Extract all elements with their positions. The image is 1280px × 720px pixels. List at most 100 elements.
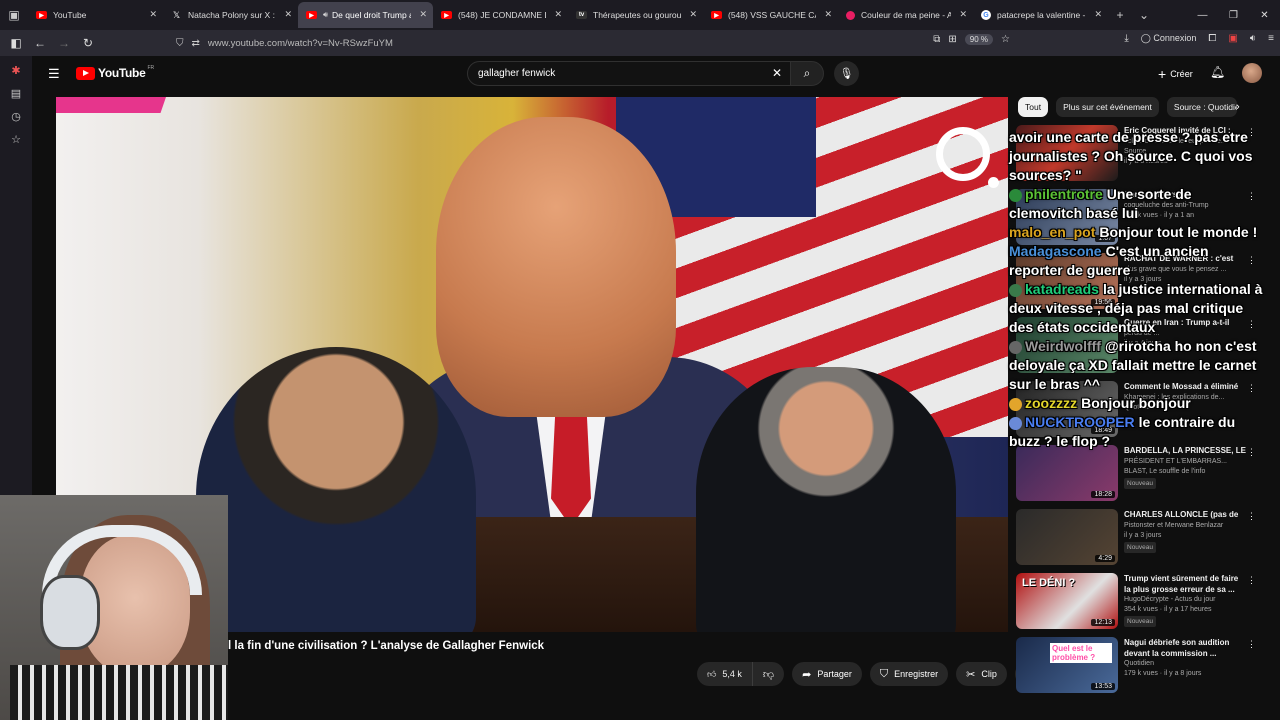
chat-message: katadreads la justice international à deu… <box>1009 281 1263 335</box>
share-button[interactable]: ➦ Partager <box>792 662 862 686</box>
ai-chat-icon[interactable]: ✱ <box>11 64 20 77</box>
close-tab-icon[interactable]: ✕ <box>1094 9 1102 20</box>
browser-tab[interactable]: ▶(548) JE CONDAMNE LES A✕ <box>433 2 568 28</box>
shield-icon[interactable]: ⛉ <box>176 38 184 49</box>
chevron-right-icon[interactable]: › <box>1236 101 1240 113</box>
like-dislike-group: 👍︎ 5,4 k 👎︎ <box>697 662 785 686</box>
chat-username: Weirdwolfff <box>1025 338 1101 354</box>
forward-icon[interactable]: → <box>52 31 76 55</box>
extensions-icon[interactable]: ⧠ <box>1208 33 1216 44</box>
video-actions: 👍︎ 5,4 k 👎︎ ➦ Partager ⛉ Enregistrer ✂ Clip … <box>697 662 1039 686</box>
avatar[interactable] <box>1242 63 1262 83</box>
close-window-icon[interactable]: ✕ <box>1249 0 1280 30</box>
chat-username: zoozzzz <box>1025 395 1078 411</box>
browser-tab[interactable]: tvThérapeutes ou gourous ?✕ <box>568 2 703 28</box>
restore-icon[interactable]: ❐ <box>1218 0 1249 30</box>
bookmark-star-icon[interactable]: ☆ <box>1001 34 1010 45</box>
more-vertical-icon[interactable]: ⋮ <box>1247 511 1256 522</box>
chip-all[interactable]: Tout <box>1018 97 1049 117</box>
chip-event[interactable]: Plus sur cet événement <box>1056 97 1159 117</box>
url-bar[interactable]: ⛉ ⇄ www.youtube.com/watch?v=Nv-RSwzFuYM <box>176 32 1006 54</box>
login-button[interactable]: ◯ Connexion <box>1141 33 1197 44</box>
speaker-icon[interactable]: 🔊︎ <box>323 10 328 20</box>
new-tab-icon[interactable]: + <box>1108 8 1132 22</box>
like-button[interactable]: 👍︎ 5,4 k <box>697 662 753 686</box>
chip-source[interactable]: Source : Quotidien <box>1166 97 1237 117</box>
close-tab-icon[interactable]: ✕ <box>149 9 157 20</box>
history-icon[interactable]: ◷ <box>11 110 21 123</box>
zoom-level[interactable]: 90 % <box>964 34 994 45</box>
translate-icon[interactable]: ⊞ <box>948 34 956 45</box>
addon-icon[interactable]: ▣ <box>1228 33 1237 44</box>
list-item[interactable]: LE DÉNI ? 12:13 Trump vient sûrement de f… <box>1016 573 1262 637</box>
window-controls: — ❐ ✕ <box>1187 0 1280 30</box>
chat-badge-icon <box>1009 283 1022 297</box>
browser-tab[interactable]: Couleur de ma peine - Alb ✕ <box>838 2 973 28</box>
downloads-icon[interactable]: ⤓ <box>1124 33 1128 44</box>
chevron-down-icon[interactable]: ⌄ <box>1132 8 1156 22</box>
chat-username: Madagascone <box>1009 243 1102 259</box>
new-badge: Nouveau <box>1124 542 1157 553</box>
volume-icon[interactable]: 🔉︎ <box>1250 33 1256 44</box>
list-item[interactable]: 18:28 BARDELLA, LA PRINCESSE, LE PRÉSIDEN… <box>1016 445 1262 509</box>
close-tab-icon[interactable]: ✕ <box>959 9 967 20</box>
list-item[interactable]: 4:29 CHARLES ALLONCLE (pas de Pistonster … <box>1016 509 1262 573</box>
youtube-icon: ▶ <box>441 11 452 19</box>
browser-tab-active[interactable]: ▶ 🔊︎ De quel droit Trump a ✕ <box>298 2 433 28</box>
more-vertical-icon[interactable]: ⋮ <box>1247 639 1256 650</box>
video-thumbnail[interactable]: Quel est le problème ? 13:53 <box>1016 637 1118 693</box>
chat-badge-icon <box>1009 416 1022 430</box>
reload-icon[interactable]: ↻ <box>76 31 100 55</box>
url-text[interactable]: www.youtube.com/watch?v=Nv-RSwzFuYM <box>208 38 393 49</box>
chat-badge-icon <box>1009 397 1022 411</box>
chat-message: malo_en_pot Bonjour tout le monde ! <box>1009 224 1258 240</box>
browser-tab[interactable]: ▶ YouTube ✕ <box>28 2 163 28</box>
close-tab-icon[interactable]: ✕ <box>284 9 292 20</box>
video-thumbnail[interactable]: LE DÉNI ? 12:13 <box>1016 573 1118 629</box>
browser-tab[interactable]: Gpatacrepe la valentine - Re✕ <box>973 2 1108 28</box>
clear-search-icon[interactable]: ✕ <box>772 66 782 80</box>
webcam-sweater <box>10 665 228 720</box>
recommendation-chips: Tout Plus sur cet événement Source : Quo… <box>1018 97 1237 117</box>
chat-username: malo_en_pot <box>1009 224 1096 240</box>
create-button[interactable]: + Créer <box>1150 61 1201 86</box>
close-tab-icon[interactable]: ✕ <box>824 9 832 20</box>
voice-search-button[interactable]: 🎙︎ <box>834 61 859 86</box>
search-button[interactable]: ⌕ <box>790 61 824 86</box>
chat-message: Weirdwolfff @rirotcha ho non c'est deloya… <box>1009 338 1257 392</box>
close-tab-icon[interactable]: ✕ <box>554 9 562 20</box>
chat-badge-icon <box>1009 188 1022 202</box>
search-input[interactable]: gallagher fenwick ✕ <box>467 61 791 86</box>
youtube-logo[interactable]: YouTube FR <box>76 65 154 80</box>
close-tab-icon[interactable]: ✕ <box>689 9 697 20</box>
picture-in-picture-icon[interactable]: ⧉ <box>933 34 940 45</box>
close-tab-icon[interactable]: ✕ <box>419 9 427 20</box>
save-button[interactable]: ⛉ Enregistrer <box>869 662 949 686</box>
chat-message: avoir une carte de presse ? pas etre jou… <box>1009 129 1253 183</box>
minimize-icon[interactable]: — <box>1187 0 1218 30</box>
x-icon: 𝕏 <box>172 9 181 20</box>
notifications-bell-icon[interactable]: 🔔︎ <box>1210 65 1225 79</box>
chat-username: katadreads <box>1025 281 1099 297</box>
back-icon[interactable]: ← <box>28 31 52 55</box>
youtube-play-icon <box>76 66 95 80</box>
hamburger-menu-icon[interactable]: ☰ <box>48 66 60 82</box>
youtube-icon: ▶ <box>306 11 317 19</box>
menu-icon[interactable]: ≡ <box>1268 33 1274 44</box>
permissions-icon[interactable]: ⇄ <box>192 38 200 49</box>
url-bar-actions: ⧉ ⊞ 90 % ☆ <box>933 34 1010 45</box>
more-vertical-icon[interactable]: ⋮ <box>1247 575 1256 586</box>
clip-button[interactable]: ✂ Clip <box>956 662 1007 686</box>
tab-list-icon[interactable]: ▣ <box>0 0 28 30</box>
dislike-button[interactable]: 👎︎ <box>753 662 784 686</box>
browser-tab[interactable]: ▶(548) VSS GAUCHE CANCEL✕ <box>703 2 838 28</box>
reader-icon[interactable]: ▤ <box>11 87 21 100</box>
bookmarks-icon[interactable]: ☆ <box>11 133 21 146</box>
webcam-overlay <box>0 495 228 720</box>
sidebar-toggle-icon[interactable]: ◧ <box>4 31 28 55</box>
list-item[interactable]: Quel est le problème ? 13:53 Nagui débrie… <box>1016 637 1262 701</box>
browser-tab[interactable]: 𝕏Natacha Polony sur X : "La✕ <box>163 2 298 28</box>
video-thumbnail[interactable]: 18:28 <box>1016 445 1118 501</box>
chat-username: NUCKTROOPER <box>1025 414 1135 430</box>
video-thumbnail[interactable]: 4:29 <box>1016 509 1118 565</box>
